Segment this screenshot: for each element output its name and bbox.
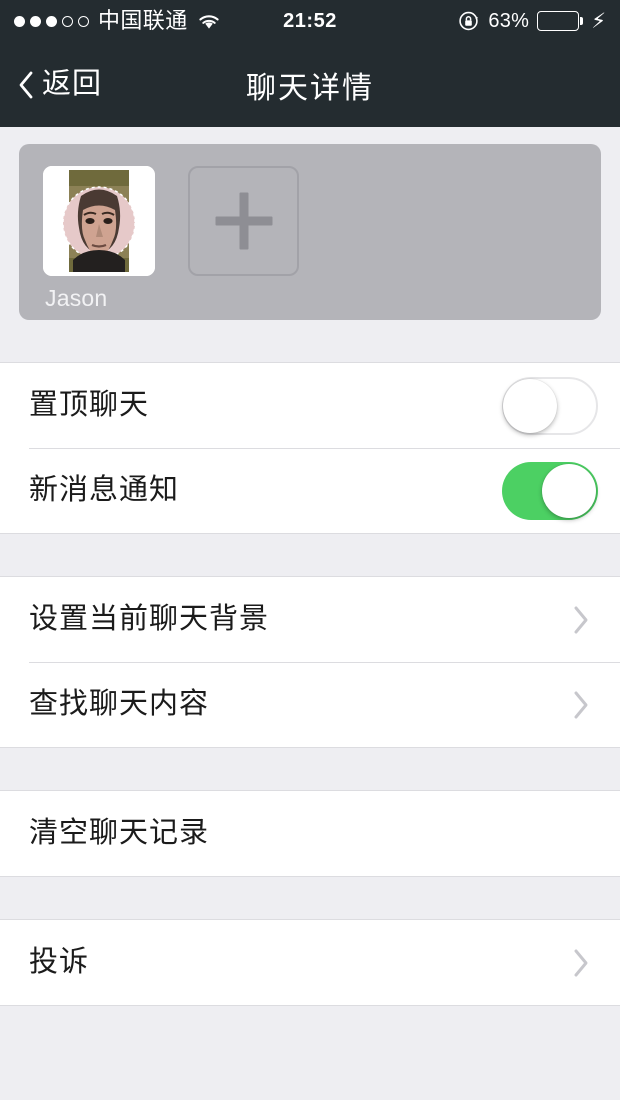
row-complain[interactable]: 投诉 bbox=[0, 920, 620, 1005]
members-card: Jason bbox=[19, 144, 601, 320]
members-section: Jason bbox=[0, 127, 620, 320]
back-button[interactable]: 返回 bbox=[0, 70, 102, 100]
back-button-label: 返回 bbox=[42, 68, 103, 100]
row-pin-chat[interactable]: 置顶聊天 bbox=[0, 363, 620, 448]
row-search-chat-content[interactable]: 查找聊天内容 bbox=[0, 662, 620, 747]
row-label: 设置当前聊天背景 bbox=[29, 603, 270, 635]
member-item[interactable]: Jason bbox=[43, 166, 155, 311]
signal-dot-filled bbox=[46, 15, 57, 27]
row-control bbox=[572, 947, 598, 979]
navigation-bar: 返回 聊天详情 bbox=[0, 42, 620, 127]
chevron-right-icon bbox=[572, 689, 598, 721]
row-control bbox=[572, 689, 598, 721]
settings-list-toggles: 置顶聊天 新消息通知 bbox=[0, 362, 620, 534]
signal-strength-dots bbox=[14, 15, 89, 27]
row-label: 查找聊天内容 bbox=[29, 688, 210, 720]
carrier-label: 中国联通 bbox=[98, 7, 188, 33]
battery-icon bbox=[537, 11, 580, 31]
battery-percent-label: 63% bbox=[488, 9, 530, 32]
row-control bbox=[502, 461, 598, 520]
lightning-bolt-icon: ⚡ bbox=[591, 9, 606, 33]
rotation-lock-icon bbox=[458, 10, 480, 32]
row-label: 置顶聊天 bbox=[29, 389, 150, 421]
member-name: Jason bbox=[45, 285, 108, 311]
row-new-message-notification[interactable]: 新消息通知 bbox=[0, 448, 620, 533]
row-clear-chat-history[interactable]: 清空聊天记录 bbox=[0, 791, 620, 876]
row-set-chat-background[interactable]: 设置当前聊天背景 bbox=[0, 577, 620, 662]
toggle-knob bbox=[542, 463, 596, 518]
row-label: 新消息通知 bbox=[29, 474, 180, 506]
avatar-photo bbox=[43, 166, 155, 276]
row-control bbox=[572, 604, 598, 636]
signal-dot-empty bbox=[78, 15, 89, 27]
status-bar-right: 63% ⚡ bbox=[458, 10, 606, 33]
signal-dot-filled bbox=[30, 15, 41, 27]
status-bar: 中国联通 21:52 63% ⚡ bbox=[0, 0, 620, 42]
chevron-right-icon bbox=[572, 604, 598, 636]
settings-list-clear: 清空聊天记录 bbox=[0, 790, 620, 877]
wifi-icon bbox=[197, 12, 221, 30]
signal-dot-empty bbox=[62, 15, 73, 27]
chevron-right-icon bbox=[572, 947, 598, 979]
settings-list-chat-options: 设置当前聊天背景 查找聊天内容 bbox=[0, 576, 620, 748]
new-message-notification-toggle[interactable] bbox=[502, 461, 598, 520]
toggle-knob bbox=[503, 378, 557, 433]
status-bar-left: 中国联通 bbox=[14, 7, 221, 33]
avatar[interactable] bbox=[43, 166, 155, 276]
add-member-button[interactable] bbox=[188, 166, 299, 276]
row-control bbox=[502, 376, 598, 435]
row-label: 清空聊天记录 bbox=[29, 817, 210, 849]
row-label: 投诉 bbox=[29, 946, 90, 978]
chevron-left-icon bbox=[16, 70, 36, 100]
pin-chat-toggle[interactable] bbox=[502, 376, 598, 435]
settings-list-complain: 投诉 bbox=[0, 919, 620, 1006]
signal-dot-filled bbox=[14, 15, 25, 27]
